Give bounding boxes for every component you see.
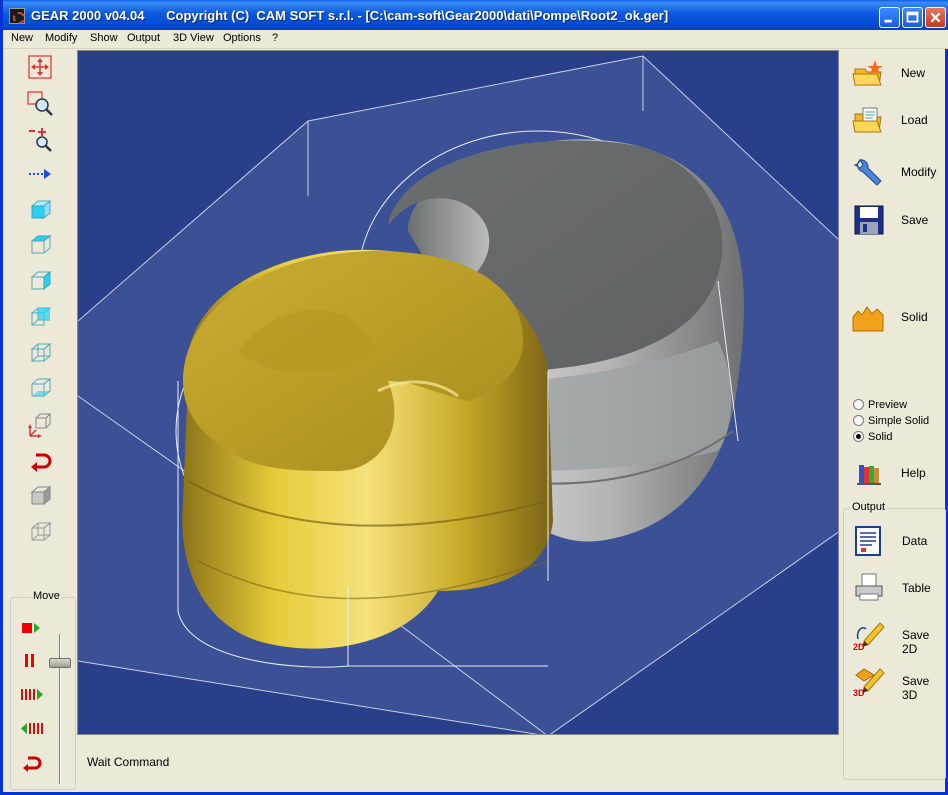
menu-output[interactable]: Output — [127, 32, 160, 44]
load-label: Load — [901, 113, 928, 127]
axes-cube-icon[interactable] — [26, 410, 54, 438]
menu-3d-view[interactable]: 3D View — [173, 32, 214, 44]
data-button[interactable]: Data — [846, 521, 946, 561]
app-window: GEAR 2000 v04.04 Copyright (C) CAM SOFT … — [0, 0, 948, 795]
modify-button[interactable]: Modify — [845, 152, 945, 192]
solid-label: Solid — [901, 310, 928, 324]
pause-icon[interactable] — [19, 650, 45, 672]
fast-forward-icon[interactable] — [19, 684, 45, 706]
move-view-icon[interactable] — [26, 53, 54, 81]
view-iso-cube-icon[interactable] — [26, 303, 54, 331]
speed-slider-track[interactable] — [59, 634, 61, 784]
view-front-cube-icon[interactable] — [26, 196, 54, 224]
minimize-button[interactable] — [879, 7, 900, 28]
output-label: Output — [850, 501, 888, 513]
view-back-cube-icon[interactable] — [26, 339, 54, 367]
radio-preview[interactable]: Preview — [853, 399, 907, 411]
save-2d-label: Save 2D — [902, 628, 930, 656]
radio-solid-circle[interactable] — [853, 431, 864, 442]
title-bar[interactable]: GEAR 2000 v04.04 Copyright (C) CAM SOFT … — [3, 0, 948, 30]
pencil-2d-icon: 2D — [853, 622, 885, 651]
radio-preview-label: Preview — [868, 399, 908, 411]
menu-new[interactable]: New — [11, 32, 33, 44]
save-label: Save — [901, 213, 929, 227]
save-button[interactable]: Save — [845, 200, 945, 240]
rewind-icon[interactable] — [19, 718, 45, 740]
wire-cube-icon[interactable] — [26, 518, 54, 546]
new-folder-icon — [852, 60, 883, 86]
new-label: New — [901, 66, 926, 80]
radio-simple-solid-label: Simple Solid — [868, 415, 930, 427]
reset-icon[interactable] — [19, 752, 45, 774]
move-label: Move — [31, 590, 62, 602]
move-group: Move — [10, 590, 76, 790]
right-panel: New Load Modify Save Solid Preview Simpl… — [841, 50, 948, 790]
menu-show[interactable]: Show — [90, 32, 118, 44]
output-group: Output Data Table 2D Save 2D 3D Save 3D — [843, 501, 946, 780]
menu-options[interactable]: Options — [223, 32, 261, 44]
menu-modify[interactable]: Modify — [45, 32, 77, 44]
open-folder-icon — [852, 107, 882, 133]
status-bar: Wait Command — [77, 738, 839, 788]
zoom-in-out-icon[interactable] — [26, 124, 54, 152]
svg-text:3D: 3D — [853, 688, 865, 697]
undo-red-arrow-icon[interactable] — [26, 446, 54, 474]
play-icon[interactable] — [19, 618, 45, 640]
pencil-3d-icon: 3D — [853, 668, 885, 697]
menu-bar: New Modify Show Output 3D View Options ? — [3, 30, 948, 49]
solid-cube-icon[interactable] — [26, 482, 54, 510]
table-label: Table — [902, 581, 931, 595]
zoom-window-icon[interactable] — [26, 89, 54, 117]
pan-arrow-icon[interactable] — [26, 160, 54, 188]
load-button[interactable]: Load — [845, 100, 945, 140]
menu-help[interactable]: ? — [272, 32, 278, 44]
svg-text:2D: 2D — [853, 642, 865, 651]
new-button[interactable]: New — [845, 53, 945, 93]
help-books-icon — [857, 465, 881, 485]
wrench-icon — [853, 158, 882, 186]
3d-viewport[interactable] — [77, 50, 839, 735]
app-gear-icon[interactable] — [9, 8, 25, 24]
left-toolbar: Move — [6, 50, 76, 790]
status-text: Wait Command — [87, 755, 170, 769]
radio-simple-solid[interactable]: Simple Solid — [853, 415, 929, 427]
view-top-cube-icon[interactable] — [26, 231, 54, 259]
save-2d-button[interactable]: 2D Save 2D — [846, 615, 946, 656]
solid-button[interactable]: Solid — [845, 297, 945, 337]
help-button[interactable]: Help — [845, 453, 945, 493]
table-button[interactable]: Table — [846, 568, 946, 608]
save-3d-label: Save 3D — [902, 674, 930, 702]
rotor-render — [78, 55, 838, 734]
speed-slider-thumb[interactable] — [49, 658, 71, 668]
solid-gear-profile-icon — [852, 306, 884, 332]
floppy-disk-icon — [854, 205, 884, 235]
maximize-button[interactable] — [902, 7, 923, 28]
data-label: Data — [902, 534, 928, 548]
modify-label: Modify — [901, 165, 937, 179]
printer-icon — [855, 573, 883, 601]
radio-solid[interactable]: Solid — [853, 431, 892, 443]
help-label: Help — [901, 466, 926, 480]
radio-simple-solid-circle[interactable] — [853, 415, 864, 426]
close-button[interactable] — [925, 7, 946, 28]
save-3d-button[interactable]: 3D Save 3D — [846, 661, 946, 702]
data-sheet-icon — [855, 526, 881, 556]
view-side-cube-icon[interactable] — [26, 267, 54, 295]
radio-preview-circle[interactable] — [853, 399, 864, 410]
radio-solid-label: Solid — [868, 431, 893, 443]
view-bottom-cube-icon[interactable] — [26, 374, 54, 402]
window-title: GEAR 2000 v04.04 Copyright (C) CAM SOFT … — [31, 8, 669, 23]
